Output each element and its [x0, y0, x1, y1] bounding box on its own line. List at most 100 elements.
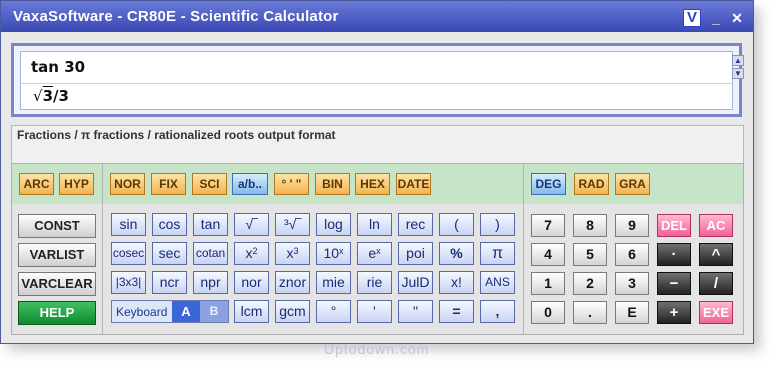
nor-key[interactable]: nor: [234, 271, 269, 294]
expression-line: tan 30: [31, 58, 86, 76]
digit-3-key[interactable]: 3: [615, 272, 649, 295]
scroll-down-icon[interactable]: ▼: [732, 68, 744, 79]
minimize-button[interactable]: _: [707, 9, 725, 27]
keypad-panel: Uptodown.com ARC HYP NOR FIX SCI a/b.. °…: [11, 163, 744, 357]
digit-2-key[interactable]: 2: [573, 272, 607, 295]
scroll-up-icon[interactable]: ▲: [732, 55, 744, 66]
fix-key[interactable]: FIX: [151, 173, 186, 195]
power-key[interactable]: ^: [699, 243, 733, 266]
hyp-key[interactable]: HYP: [59, 173, 94, 195]
cotan-key[interactable]: cotan: [193, 242, 228, 265]
cos-key[interactable]: cos: [152, 213, 187, 236]
gcm-key[interactable]: gcm: [275, 300, 310, 323]
fraction-mode-key[interactable]: a/b..: [232, 173, 268, 195]
minus-key[interactable]: −: [657, 272, 691, 295]
decimal-point-key[interactable]: .: [573, 301, 607, 324]
bin-key[interactable]: BIN: [315, 173, 350, 195]
help-button[interactable]: HELP: [18, 301, 96, 325]
radical-sign: √: [33, 87, 43, 105]
det3x3-key[interactable]: |3x3|: [111, 271, 146, 294]
sqrt-key[interactable]: √‾: [234, 213, 269, 236]
digit-4-key[interactable]: 4: [531, 243, 565, 266]
ncr-key[interactable]: ncr: [152, 271, 187, 294]
exponent-e-key[interactable]: E: [615, 301, 649, 324]
radicand: 3: [42, 87, 53, 105]
ans-key[interactable]: ANS: [480, 271, 515, 294]
cube-key[interactable]: x3: [275, 242, 310, 265]
lcm-key[interactable]: lcm: [234, 300, 269, 323]
varlist-button[interactable]: VARLIST: [18, 243, 96, 267]
varclear-button[interactable]: VARCLEAR: [18, 272, 96, 296]
display-screen[interactable]: tan 30 √3/3: [20, 51, 733, 110]
rie-key[interactable]: rie: [357, 271, 392, 294]
cosec-key[interactable]: cosec: [111, 242, 146, 265]
open-paren-key[interactable]: (: [439, 213, 474, 236]
minute-symbol-key[interactable]: ': [357, 300, 392, 323]
keyboard-label: Keyboard: [116, 305, 168, 319]
title-bar[interactable]: VaxaSoftware - CR80E - Scientific Calcul…: [1, 1, 753, 32]
mie-key[interactable]: mie: [316, 271, 351, 294]
all-clear-key[interactable]: AC: [699, 214, 733, 237]
gra-key[interactable]: GRA: [615, 173, 650, 195]
close-button[interactable]: ✕: [728, 9, 746, 27]
pi-key[interactable]: π: [480, 242, 515, 265]
dms-key[interactable]: ° ' ": [274, 173, 309, 195]
tan-key[interactable]: tan: [193, 213, 228, 236]
v-menu-button[interactable]: V: [683, 9, 701, 27]
deg-key[interactable]: DEG: [531, 173, 566, 195]
date-key[interactable]: DATE: [396, 173, 431, 195]
keyboard-b-option[interactable]: B: [200, 301, 228, 322]
display-panel: tan 30 √3/3 ▲ ▼: [11, 43, 744, 117]
log-key[interactable]: log: [316, 213, 351, 236]
result-line: √3/3: [33, 87, 69, 105]
nor-mode-key[interactable]: NOR: [110, 173, 145, 195]
calculator-window: VaxaSoftware - CR80E - Scientific Calcul…: [0, 0, 754, 357]
arc-key[interactable]: ARC: [19, 173, 54, 195]
ln-key[interactable]: ln: [357, 213, 392, 236]
digit-8-key[interactable]: 8: [573, 214, 607, 237]
digit-9-key[interactable]: 9: [615, 214, 649, 237]
hex-key[interactable]: HEX: [355, 173, 390, 195]
juld-key[interactable]: JulD: [398, 271, 433, 294]
factorial-key[interactable]: x!: [439, 271, 474, 294]
sec-key[interactable]: sec: [152, 242, 187, 265]
display-separator: [21, 83, 732, 84]
sin-key[interactable]: sin: [111, 213, 146, 236]
sci-key[interactable]: SCI: [192, 173, 227, 195]
keyboard-a-option[interactable]: A: [172, 301, 200, 322]
digit-1-key[interactable]: 1: [531, 272, 565, 295]
close-paren-key[interactable]: ): [480, 213, 515, 236]
cbrt-key[interactable]: ³√‾: [275, 213, 310, 236]
exp-key[interactable]: ex: [357, 242, 392, 265]
format-info-box: Fractions / π fractions / rationalized r…: [11, 125, 744, 165]
degree-symbol-key[interactable]: °: [316, 300, 351, 323]
poi-key[interactable]: poi: [398, 242, 433, 265]
plus-key[interactable]: +: [657, 301, 691, 324]
percent-key[interactable]: %: [439, 242, 474, 265]
digit-7-key[interactable]: 7: [531, 214, 565, 237]
divider-right: [523, 164, 524, 334]
divide-key[interactable]: /: [699, 272, 733, 295]
znor-key[interactable]: znor: [275, 271, 310, 294]
format-text: Fractions / π fractions / rationalized r…: [17, 128, 336, 142]
digit-5-key[interactable]: 5: [573, 243, 607, 266]
window-title: VaxaSoftware - CR80E - Scientific Calcul…: [13, 8, 339, 25]
second-symbol-key[interactable]: ": [398, 300, 433, 323]
equals-key[interactable]: =: [439, 300, 474, 323]
watermark-text: Uptodown.com: [324, 341, 430, 357]
rec-key[interactable]: rec: [398, 213, 433, 236]
digit-6-key[interactable]: 6: [615, 243, 649, 266]
pow10-key[interactable]: 10x: [316, 242, 351, 265]
square-key[interactable]: x2: [234, 242, 269, 265]
const-button[interactable]: CONST: [18, 214, 96, 238]
comma-key[interactable]: ,: [480, 300, 515, 323]
npr-key[interactable]: npr: [193, 271, 228, 294]
divider-left: [102, 164, 103, 334]
delete-key[interactable]: DEL: [657, 214, 691, 237]
rad-key[interactable]: RAD: [574, 173, 609, 195]
multiply-key[interactable]: ·: [657, 243, 691, 266]
keyboard-toggle[interactable]: Keyboard A B: [111, 300, 229, 323]
result-denominator: /3: [53, 87, 69, 105]
execute-key[interactable]: EXE: [699, 301, 733, 324]
digit-0-key[interactable]: 0: [531, 301, 565, 324]
